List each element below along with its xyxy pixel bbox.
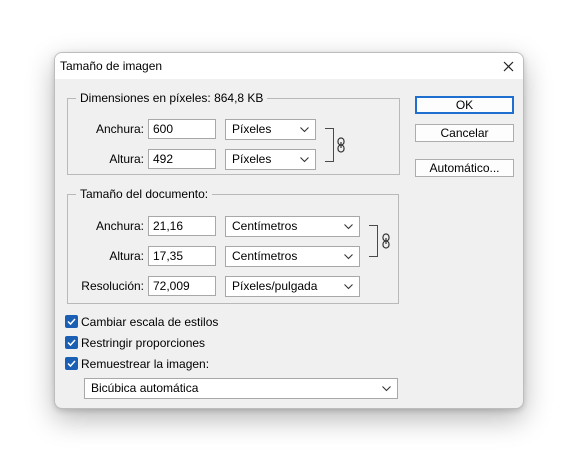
pixel-height-unit-select[interactable]: Píxeles xyxy=(225,149,316,170)
doc-width-unit-value: Centímetros xyxy=(232,219,298,233)
doc-width-label: Anchura: xyxy=(95,219,144,233)
doc-height-label: Altura: xyxy=(109,249,144,263)
close-button[interactable] xyxy=(493,53,523,79)
dialog-title: Tamaño de imagen xyxy=(60,59,163,73)
doc-width-unit-select[interactable]: Centímetros xyxy=(225,216,360,237)
doc-height-unit-select[interactable]: Centímetros xyxy=(225,246,360,267)
resolution-unit-value: Píxeles/pulgada xyxy=(232,279,318,293)
chevron-down-icon xyxy=(344,284,353,290)
document-size-group: Tamaño del documento: Anchura: 21,16 Cen… xyxy=(67,187,399,304)
pixel-width-input[interactable]: 600 xyxy=(148,119,216,139)
resolution-unit-select[interactable]: Píxeles/pulgada xyxy=(225,276,360,297)
pixel-dimensions-legend: Dimensiones en píxeles: 864,8 KB xyxy=(76,91,268,105)
doc-height-input[interactable]: 17,35 xyxy=(148,246,216,266)
chevron-down-icon xyxy=(300,157,309,163)
doc-width-input[interactable]: 21,16 xyxy=(148,216,216,236)
pixel-dimensions-group: Dimensiones en píxeles: 864,8 KB Anchura… xyxy=(67,91,400,175)
image-size-dialog: Tamaño de imagen Dimensiones en píxeles:… xyxy=(54,52,524,409)
checkmark-icon xyxy=(67,318,76,326)
chain-link-icon[interactable] xyxy=(337,137,345,153)
doc-link-bracket xyxy=(369,225,378,257)
auto-button[interactable]: Automático... xyxy=(415,159,514,177)
constrain-proportions-checkbox[interactable] xyxy=(65,336,78,349)
chevron-down-icon xyxy=(344,224,353,230)
ok-button[interactable]: OK xyxy=(415,96,514,114)
scale-styles-checkbox[interactable] xyxy=(65,315,78,328)
doc-height-unit-value: Centímetros xyxy=(232,249,298,263)
chevron-down-icon xyxy=(344,254,353,260)
pixel-height-input[interactable]: 492 xyxy=(148,149,216,169)
title-bar[interactable]: Tamaño de imagen xyxy=(55,53,523,79)
resample-method-value: Bicúbica automática xyxy=(91,381,199,395)
chevron-down-icon xyxy=(382,386,391,392)
pixel-height-label: Altura: xyxy=(109,152,144,166)
resolution-label: Resolución: xyxy=(81,279,144,293)
resample-method-select[interactable]: Bicúbica automática xyxy=(84,378,398,399)
pixel-width-unit-value: Píxeles xyxy=(232,122,272,136)
document-size-legend: Tamaño del documento: xyxy=(76,187,213,201)
pixel-link-bracket xyxy=(325,128,334,162)
pixel-width-unit-select[interactable]: Píxeles xyxy=(225,119,316,140)
cancel-button[interactable]: Cancelar xyxy=(415,124,514,142)
checkmark-icon xyxy=(67,360,76,368)
resample-label[interactable]: Remuestrear la imagen: xyxy=(81,357,209,371)
constrain-proportions-label[interactable]: Restringir proporciones xyxy=(81,336,205,350)
scale-styles-label[interactable]: Cambiar escala de estilos xyxy=(81,315,218,329)
chain-link-icon[interactable] xyxy=(382,233,390,249)
close-icon xyxy=(503,61,513,71)
chevron-down-icon xyxy=(300,127,309,133)
pixel-height-unit-value: Píxeles xyxy=(232,152,272,166)
pixel-width-label: Anchura: xyxy=(95,122,144,136)
checkmark-icon xyxy=(67,339,76,347)
resolution-input[interactable]: 72,009 xyxy=(148,276,216,296)
resample-checkbox[interactable] xyxy=(65,357,78,370)
